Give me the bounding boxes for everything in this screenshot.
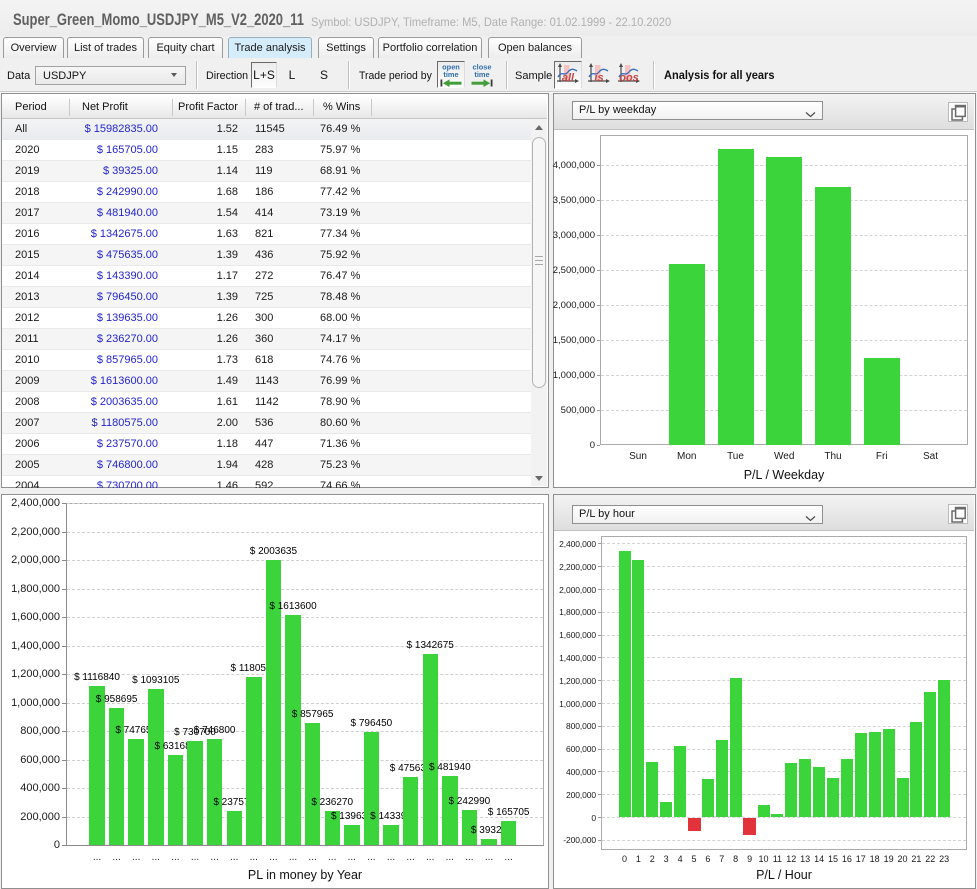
svg-text:oos: oos — [619, 72, 639, 84]
svg-text:all: all — [562, 72, 575, 84]
svg-text:is: is — [594, 72, 603, 84]
svg-text:time: time — [443, 70, 458, 79]
svg-text:time: time — [474, 70, 489, 79]
